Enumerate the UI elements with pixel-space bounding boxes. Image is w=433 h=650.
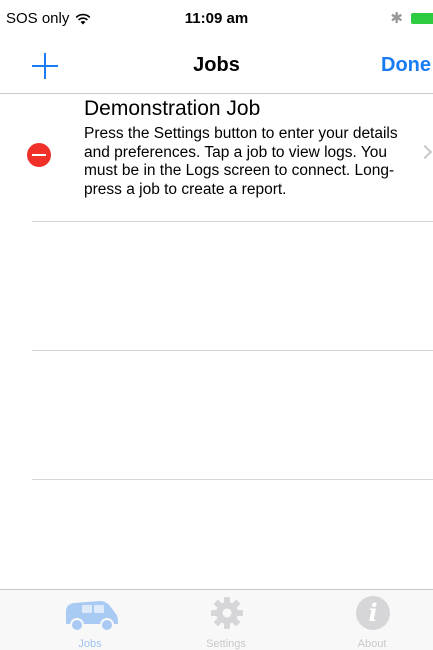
tab-label: Jobs — [78, 638, 102, 650]
status-bar: SOS only 11:09 am ✱ — [0, 0, 433, 40]
page-title: Jobs — [193, 54, 240, 76]
bluetooth-icon: ✱ — [390, 10, 403, 27]
gear-icon — [211, 597, 243, 629]
tab-label: About — [357, 638, 387, 650]
tab-bar: Jobs Settings i About — [0, 589, 433, 650]
tab-about[interactable]: i About — [312, 590, 432, 650]
table-row-empty — [32, 351, 433, 480]
tab-jobs[interactable]: Jobs — [30, 590, 150, 650]
table-row-empty — [32, 222, 433, 351]
done-button[interactable]: Done — [381, 54, 431, 77]
info-icon: i — [356, 596, 390, 630]
delete-icon[interactable] — [27, 143, 51, 167]
tab-label: Settings — [206, 638, 246, 650]
tab-settings[interactable]: Settings — [166, 590, 286, 650]
battery-icon — [411, 12, 433, 24]
van-icon — [66, 601, 118, 632]
job-title: Demonstration Job — [84, 97, 261, 120]
status-time: 11:09 am — [184, 10, 249, 27]
navigation-bar: Jobs Done — [0, 40, 433, 94]
status-right: ✱ — [390, 9, 433, 27]
job-description: Press the Settings button to enter your … — [84, 125, 398, 198]
